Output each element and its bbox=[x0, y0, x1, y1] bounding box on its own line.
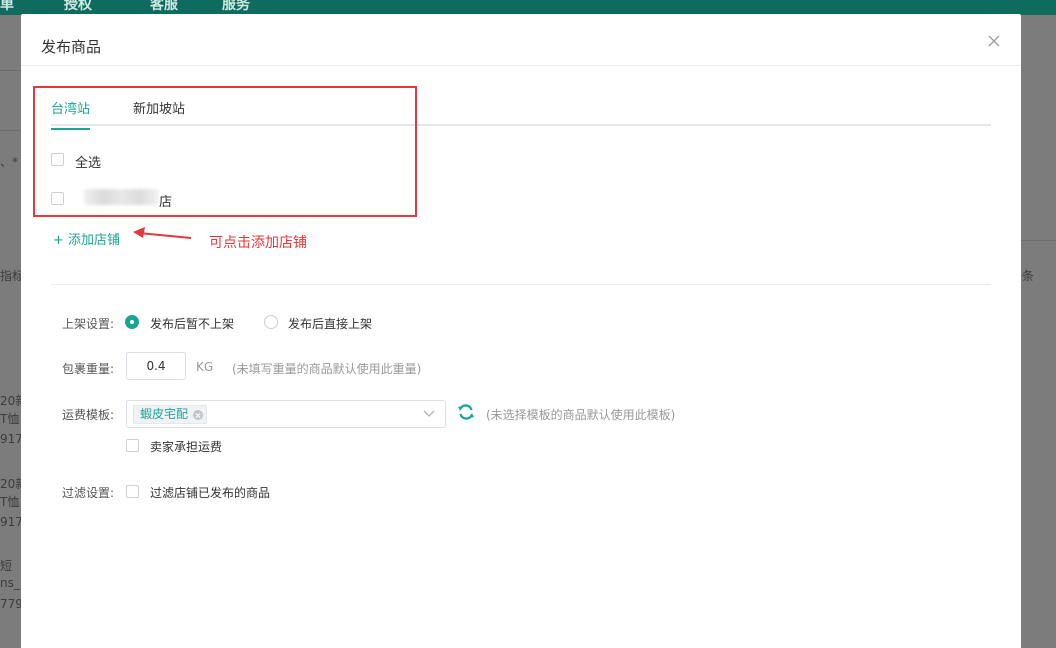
background-text: T恤 bbox=[0, 495, 20, 509]
background-divider bbox=[0, 70, 21, 71]
refresh-icon[interactable] bbox=[457, 403, 475, 421]
listing-setting-label: 上架设置: bbox=[62, 317, 115, 331]
tag-remove-icon[interactable] bbox=[193, 410, 204, 420]
filter-published-label: 过滤店铺已发布的商品 bbox=[150, 486, 271, 500]
package-weight-label: 包裹重量: bbox=[62, 362, 115, 376]
weight-unit: KG bbox=[196, 360, 214, 374]
filter-setting-label: 过滤设置: bbox=[62, 486, 115, 500]
filter-published-checkbox[interactable] bbox=[126, 485, 139, 498]
background-text: ns_ bbox=[0, 576, 20, 590]
close-icon[interactable] bbox=[987, 34, 1001, 48]
package-weight-input[interactable]: 0.4 bbox=[126, 352, 186, 380]
selected-template-tag: 蝦皮宅配 bbox=[133, 405, 208, 424]
background-nav-item: 服务 bbox=[222, 0, 250, 13]
seller-pays-shipping-label: 卖家承担运费 bbox=[150, 440, 223, 454]
background-text: 短 bbox=[0, 559, 13, 573]
background-divider bbox=[0, 130, 21, 131]
background-text: 779 bbox=[0, 597, 23, 611]
radio-keep-unlisted[interactable] bbox=[125, 315, 139, 329]
section-divider bbox=[51, 284, 991, 285]
weight-hint: (未填写重量的商品默认使用此重量) bbox=[232, 362, 422, 376]
select-all-label: 全选 bbox=[75, 156, 102, 171]
seller-pays-shipping-checkbox[interactable] bbox=[126, 439, 139, 452]
shipping-template-hint: (未选择模板的商品默认使用此模板) bbox=[486, 408, 676, 422]
background-text: 917 bbox=[0, 515, 23, 529]
background-top-bar: 单 授权 客服 服务 bbox=[0, 0, 1056, 15]
store-name-redacted bbox=[84, 189, 159, 205]
background-nav-item: 客服 bbox=[150, 0, 178, 13]
store-name-suffix: 店 bbox=[159, 195, 173, 210]
background-text: 、* bbox=[0, 155, 19, 169]
annotation-arrow-icon bbox=[133, 227, 192, 239]
radio-list-directly-label: 发布后直接上架 bbox=[288, 317, 373, 331]
background-text: 条 bbox=[1022, 269, 1035, 283]
tab-singapore[interactable]: 新加坡站 bbox=[133, 98, 185, 128]
publish-product-dialog: 发布商品 台湾站 新加坡站 全选 店 + 添加店铺 可点击添加店铺 上架设置: … bbox=[21, 14, 1021, 648]
shipping-template-label: 运费模板: bbox=[62, 408, 115, 422]
store-checkbox[interactable] bbox=[51, 192, 64, 205]
selected-template-tag-label: 蝦皮宅配 bbox=[140, 407, 189, 421]
dialog-header: 发布商品 bbox=[21, 14, 1021, 66]
add-store-link[interactable]: + 添加店铺 bbox=[53, 229, 120, 248]
background-divider bbox=[1021, 240, 1056, 241]
radio-list-directly[interactable] bbox=[264, 315, 278, 329]
annotation-text: 可点击添加店铺 bbox=[209, 235, 307, 251]
background-text: T恤 bbox=[0, 412, 20, 426]
radio-keep-unlisted-label: 发布后暂不上架 bbox=[150, 317, 235, 331]
select-all-checkbox[interactable] bbox=[51, 153, 64, 166]
background-nav-item: 授权 bbox=[64, 0, 92, 13]
background-text: 917 bbox=[0, 432, 23, 446]
tab-taiwan[interactable]: 台湾站 bbox=[51, 98, 91, 130]
dialog-title: 发布商品 bbox=[41, 38, 102, 56]
site-tabs: 台湾站 新加坡站 bbox=[51, 96, 991, 130]
chevron-down-icon bbox=[423, 410, 435, 417]
background-nav-item: 单 bbox=[0, 0, 14, 13]
shipping-template-select[interactable]: 蝦皮宅配 bbox=[126, 400, 446, 428]
